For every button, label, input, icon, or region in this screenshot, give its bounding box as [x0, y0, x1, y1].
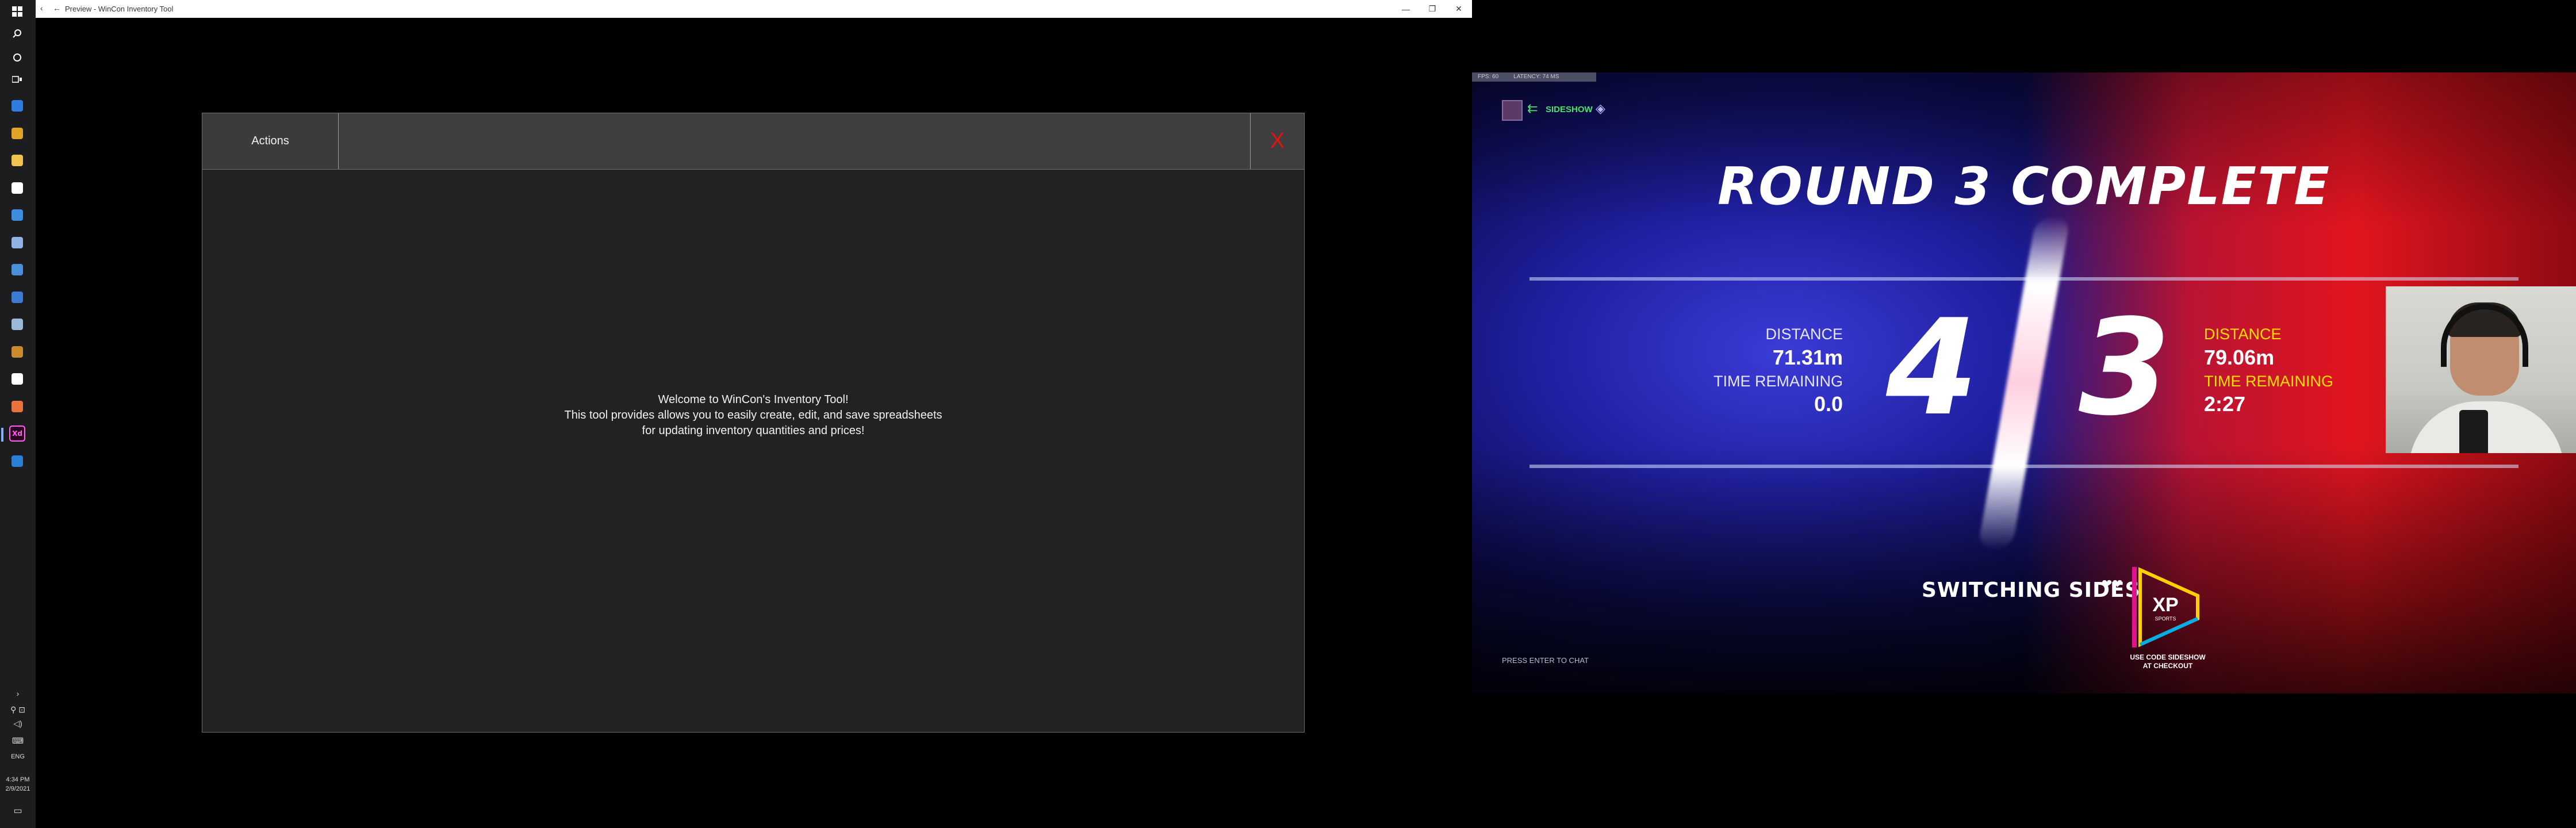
divider-top: [1529, 277, 2518, 281]
clock-time[interactable]: 4:34 PM: [0, 776, 36, 783]
close-icon[interactable]: ✕: [1446, 0, 1472, 18]
forward-arrow-icon[interactable]: ←: [53, 3, 61, 13]
remote-desktop-icon-glyph: [12, 292, 23, 303]
right-distance-value: 79.06m: [2204, 346, 2275, 369]
title-bar[interactable]: ‹ ← Preview - WinCon Inventory Tool — ❐ …: [36, 0, 1472, 18]
paint-icon-glyph: [12, 401, 23, 412]
app-close-button[interactable]: X: [1251, 113, 1304, 169]
file-explorer-icon[interactable]: [9, 152, 25, 168]
circle-icon[interactable]: [9, 49, 25, 66]
terminal-icon[interactable]: [9, 344, 25, 360]
notification-icon[interactable]: ▭: [0, 805, 36, 816]
latency-readout: LATENCY: 74 MS: [1513, 74, 1559, 80]
promo-line-1: USE CODE SIDESHOW: [2130, 653, 2206, 661]
adobe-xd-icon[interactable]: Xd: [1, 425, 25, 442]
welcome-line-2: This tool provides allows you to easily …: [564, 409, 942, 421]
store-icon-glyph: [12, 182, 23, 194]
back-arrow-icon[interactable]: ‹: [40, 3, 43, 13]
chrome-icon-glyph: [12, 128, 23, 139]
paint-icon[interactable]: [9, 398, 25, 415]
actions-button[interactable]: Actions: [202, 113, 339, 169]
windows-icon[interactable]: [9, 3, 25, 20]
terminal-icon-glyph: [12, 346, 23, 358]
mail-icon-glyph: [12, 209, 23, 221]
xp-logo-text: XP: [2152, 594, 2178, 616]
webcam-feed: [2386, 286, 2576, 453]
chrome-icon[interactable]: [9, 125, 25, 141]
right-time-label: TIME REMAINING: [2204, 373, 2334, 390]
round-title: ROUND 3 COMPLETE: [1718, 156, 2330, 217]
edge-icon[interactable]: [9, 98, 25, 114]
welcome-line-1: Welcome to WinCon's Inventory Tool!: [658, 393, 849, 406]
xp-sports-logo: XP SPORTS: [2132, 567, 2199, 647]
file-explorer-icon-glyph: [12, 155, 23, 166]
store-icon[interactable]: [9, 180, 25, 196]
powershell-icon[interactable]: [9, 316, 25, 332]
volume-icon[interactable]: ◁): [0, 719, 36, 729]
right-score: 3: [2079, 292, 2171, 445]
photos-icon-glyph: [12, 264, 23, 275]
header-bar: [339, 113, 1251, 169]
image-viewer-icon-glyph: [12, 455, 23, 467]
stream-stats-bar: FPS: 60 LATENCY: 74 MS: [1472, 72, 1596, 82]
chat-hint: PRESS ENTER TO CHAT: [1502, 656, 1589, 665]
notepad-icon[interactable]: [9, 235, 25, 251]
restore-icon[interactable]: ❐: [1419, 0, 1446, 18]
edge-icon-glyph: [12, 100, 23, 112]
channel-avatar: [1502, 100, 1523, 121]
notepad-icon-glyph: [12, 237, 23, 248]
search-icon[interactable]: [9, 25, 25, 41]
xbox-icon[interactable]: [9, 371, 25, 387]
xp-logo-subtext: SPORTS: [2155, 616, 2176, 622]
image-viewer-icon[interactable]: [9, 453, 25, 469]
xbox-icon-glyph: [12, 373, 23, 385]
promo-line-2: AT CHECKOUT: [2142, 662, 2193, 670]
channel-logo-icon: ◈: [1596, 102, 1605, 116]
window-title: Preview - WinCon Inventory Tool: [65, 5, 174, 13]
clock-date[interactable]: 2/9/2021: [0, 785, 36, 792]
left-distance-value: 71.31m: [1772, 346, 1843, 369]
minimize-icon[interactable]: —: [1393, 0, 1419, 18]
arrow-left-icon: ⇇: [1527, 102, 1538, 116]
promo-code-text: USE CODE SIDESHOW AT CHECKOUT: [2110, 653, 2225, 670]
powershell-icon-glyph: [12, 319, 23, 330]
right-distance-label: DISTANCE: [2204, 325, 2282, 343]
left-time-value: 0.0: [1814, 392, 1843, 416]
left-distance-label: DISTANCE: [1765, 325, 1843, 343]
taskbar: Xd › ⚲ ⊡ ◁) ⌨ ENG 4:34 PM 2/9/2021 ▭: [0, 0, 36, 828]
photos-icon[interactable]: [9, 262, 25, 278]
welcome-line-3: for updating inventory quantities and pr…: [642, 424, 865, 437]
right-time-value: 2:27: [2204, 392, 2246, 416]
channel-name: SIDESHOW: [1546, 105, 1593, 114]
hearts-icon: ❤❤: [2102, 577, 2123, 592]
left-time-label: TIME REMAINING: [1713, 373, 1843, 390]
game-stream-view: FPS: 60 LATENCY: 74 MS ⇇ SIDESHOW ◈ ROUND…: [1472, 72, 2576, 693]
preview-window: ‹ ← Preview - WinCon Inventory Tool — ❐ …: [36, 0, 1472, 828]
welcome-message: Welcome to WinCon's Inventory Tool! This…: [202, 392, 1304, 439]
network-icon[interactable]: ⚲ ⊡: [0, 705, 36, 715]
mail-icon[interactable]: [9, 207, 25, 223]
chevron-up-icon[interactable]: ›: [0, 689, 36, 698]
microphone-icon: [2459, 410, 2488, 453]
language-indicator[interactable]: ENG: [0, 753, 36, 760]
fps-readout: FPS: 60: [1478, 74, 1499, 80]
left-score: 4: [1886, 292, 1979, 445]
remote-desktop-icon[interactable]: [9, 289, 25, 305]
inventory-app-dialog: Actions X Welcome to WinCon's Inventory …: [202, 113, 1305, 733]
task-view-icon[interactable]: [9, 71, 25, 87]
keyboard-icon[interactable]: ⌨: [0, 736, 36, 746]
app-header: Actions X: [202, 113, 1304, 170]
